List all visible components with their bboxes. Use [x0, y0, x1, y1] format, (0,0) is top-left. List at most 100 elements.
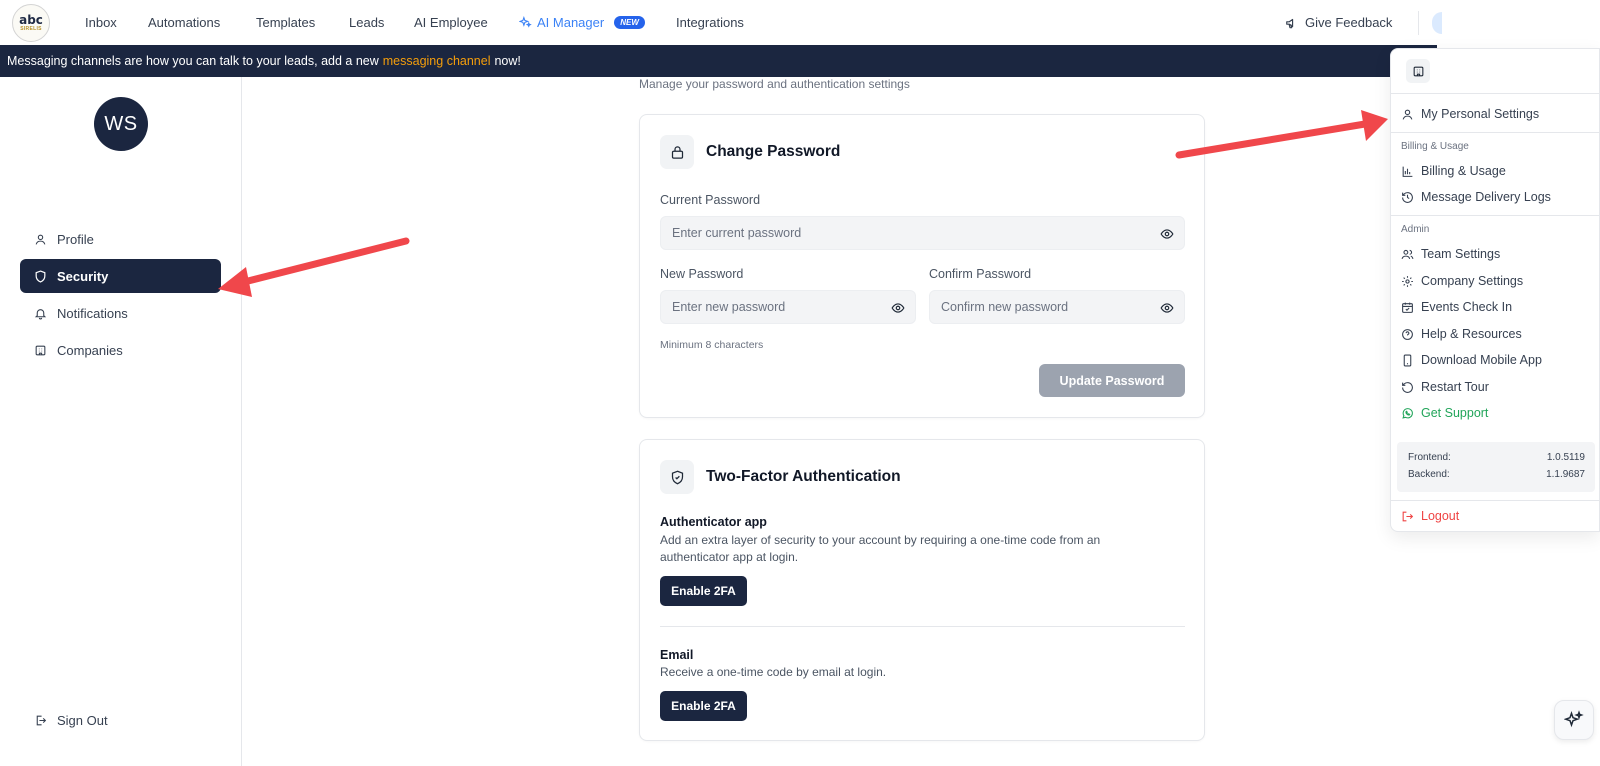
card-title: Change Password — [706, 143, 841, 160]
settings-sidebar: WS Profile Security Notifications Compan… — [0, 77, 242, 766]
card-title: Two-Factor Authentication — [706, 468, 901, 485]
give-feedback-button[interactable]: Give Feedback — [1285, 0, 1392, 45]
give-feedback-label: Give Feedback — [1305, 15, 1393, 30]
menu-item-personal-settings[interactable]: My Personal Settings — [1401, 107, 1539, 121]
current-password-input[interactable] — [672, 226, 1184, 240]
sparkle-icon — [1564, 710, 1584, 728]
menu-item-label: My Personal Settings — [1421, 107, 1540, 121]
menu-item-events-check-in[interactable]: Events Check In — [1401, 300, 1512, 314]
current-password-field[interactable] — [660, 216, 1185, 250]
calendar-check-icon — [1402, 302, 1413, 313]
nav-ai-manager-label: AI Manager — [537, 15, 605, 30]
sidebar-item-label: Notifications — [57, 305, 128, 321]
menu-item-download-app[interactable]: Download Mobile App — [1401, 353, 1542, 367]
rotate-icon — [1402, 381, 1413, 393]
users-icon — [1401, 249, 1414, 259]
messaging-channel-banner: Messaging channels are how you can talk … — [0, 45, 1437, 77]
menu-item-label: Team Settings — [1421, 247, 1501, 261]
topbar-divider — [1418, 11, 1419, 35]
menu-group-billing: Billing & Usage — [1401, 141, 1469, 152]
enable-2fa-email-button[interactable]: Enable 2FA — [660, 691, 747, 721]
password-hint: Minimum 8 characters — [660, 339, 764, 351]
authenticator-app-title: Authenticator app — [660, 515, 767, 529]
sidebar-item-label: Security — [57, 268, 109, 284]
new-password-input[interactable] — [672, 300, 915, 314]
ai-assistant-button[interactable] — [1554, 700, 1594, 740]
backend-version: 1.1.9687 — [1546, 469, 1585, 480]
logo-subtext: SIRELIS — [20, 26, 42, 32]
megaphone-icon — [1286, 18, 1294, 28]
menu-item-label: Company Settings — [1421, 274, 1524, 288]
arrow-to-personal-settings — [1175, 110, 1388, 159]
sign-out-button[interactable]: Sign Out — [20, 703, 221, 737]
top-navigation: abc SIRELIS Inbox Automations Templates … — [0, 0, 1442, 45]
authenticator-app-description: Add an extra layer of security to your a… — [660, 533, 1101, 564]
email-2fa-description: Receive a one-time code by email at logi… — [660, 665, 887, 679]
two-factor-card: Two-Factor Authentication Authenticator … — [639, 439, 1205, 741]
shield-check-icon — [660, 460, 694, 494]
history-icon — [1402, 191, 1413, 203]
shield-icon — [35, 269, 46, 283]
eye-icon[interactable] — [1160, 301, 1174, 315]
menu-item-billing-usage[interactable]: Billing & Usage — [1401, 164, 1506, 178]
banner-link[interactable]: messaging channel — [383, 54, 491, 68]
arrow-to-security — [218, 237, 410, 297]
building-icon — [35, 345, 46, 355]
bar-chart-icon — [1402, 166, 1413, 177]
menu-item-help-resources[interactable]: Help & Resources — [1401, 327, 1522, 341]
sidebar-item-label: Companies — [57, 342, 123, 358]
whatsapp-icon — [1402, 407, 1413, 419]
sidebar-item-security[interactable]: Security — [20, 259, 221, 293]
frontend-version: 1.0.5119 — [1546, 452, 1585, 463]
nav-leads[interactable]: Leads — [349, 15, 384, 30]
building-icon[interactable] — [1406, 59, 1430, 83]
confirm-password-label: Confirm Password — [929, 267, 1032, 281]
update-password-button[interactable]: Update Password — [1039, 364, 1185, 397]
enable-2fa-app-button[interactable]: Enable 2FA — [660, 576, 747, 606]
user-dropdown-menu: My Personal Settings Billing & Usage Bil… — [1390, 48, 1600, 532]
backend-label: Backend: — [1408, 469, 1450, 480]
menu-item-get-support[interactable]: Get Support — [1401, 406, 1488, 420]
version-info: Frontend: 1.0.5119 Backend: 1.1.9687 — [1397, 442, 1595, 492]
sidebar-item-notifications[interactable]: Notifications — [20, 296, 221, 330]
menu-item-label: Restart Tour — [1421, 380, 1489, 394]
menu-group-admin: Admin — [1401, 224, 1430, 235]
new-badge: NEW — [614, 16, 645, 29]
company-logo[interactable]: abc SIRELIS — [12, 4, 50, 42]
nav-ai-employee[interactable]: AI Employee — [414, 15, 488, 30]
menu-item-label: Events Check In — [1421, 300, 1513, 314]
sidebar-item-companies[interactable]: Companies — [20, 333, 221, 367]
change-password-card: Change Password Current Password New Pas… — [639, 114, 1205, 418]
nav-automations[interactable]: Automations — [148, 15, 220, 30]
menu-item-restart-tour[interactable]: Restart Tour — [1401, 380, 1489, 394]
gear-icon — [1402, 275, 1413, 287]
menu-divider — [1391, 132, 1600, 133]
eye-icon[interactable] — [891, 301, 905, 315]
page-subtitle: Manage your password and authentication … — [639, 77, 910, 91]
nav-inbox[interactable]: Inbox — [85, 15, 117, 30]
nav-integrations[interactable]: Integrations — [676, 15, 744, 30]
email-2fa-title: Email — [660, 648, 694, 662]
menu-item-label: Get Support — [1421, 406, 1489, 420]
sidebar-item-profile[interactable]: Profile — [20, 222, 221, 256]
menu-item-delivery-logs[interactable]: Message Delivery Logs — [1401, 190, 1551, 204]
menu-item-label: Download Mobile App — [1421, 353, 1542, 367]
menu-item-team-settings[interactable]: Team Settings — [1401, 247, 1500, 261]
eye-icon[interactable] — [1160, 227, 1174, 241]
sidebar-item-label: Profile — [57, 231, 94, 247]
menu-item-logout[interactable]: Logout — [1401, 509, 1459, 523]
menu-item-company-settings[interactable]: Company Settings — [1401, 274, 1523, 288]
confirm-password-field[interactable] — [929, 290, 1185, 324]
nav-templates[interactable]: Templates — [256, 15, 315, 30]
menu-divider — [1391, 93, 1600, 94]
menu-item-label: Billing & Usage — [1421, 164, 1506, 178]
nav-ai-manager[interactable]: AI Manager NEW — [519, 0, 645, 45]
new-password-field[interactable] — [660, 290, 916, 324]
lock-icon — [660, 135, 694, 169]
menu-divider — [1391, 500, 1600, 501]
menu-item-label: Logout — [1421, 509, 1460, 523]
confirm-password-input[interactable] — [941, 300, 1184, 314]
sparkle-icon — [519, 16, 532, 28]
profile-avatar: WS — [94, 97, 148, 151]
user-avatar[interactable] — [1432, 12, 1442, 34]
